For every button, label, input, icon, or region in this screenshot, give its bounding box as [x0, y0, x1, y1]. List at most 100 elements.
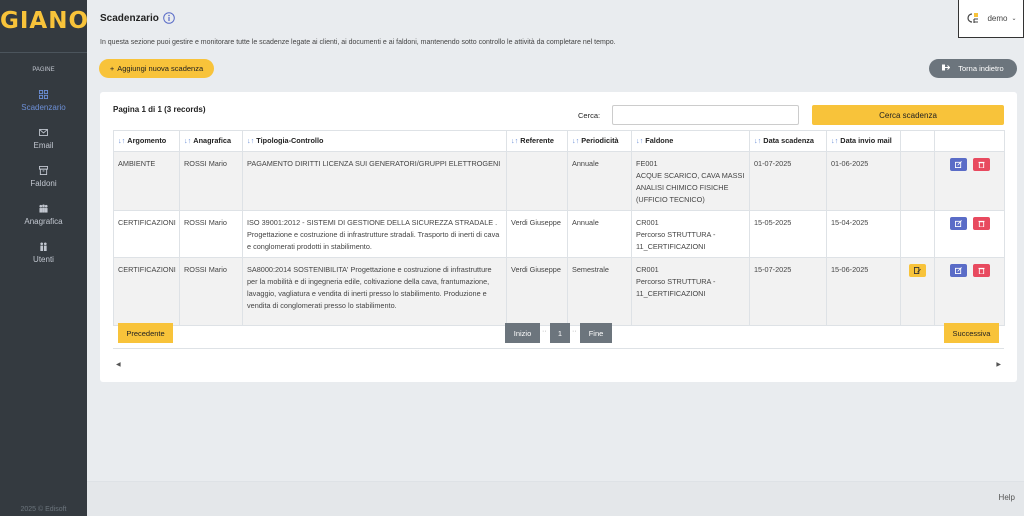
sort-icon: ↓↑: [247, 136, 255, 145]
previous-button[interactable]: Precedente: [118, 323, 173, 343]
cell-actions: [934, 257, 1005, 326]
scroll-right-icon[interactable]: ▶: [996, 361, 1001, 368]
sort-icon: ↓↑: [831, 136, 839, 145]
page-1-button[interactable]: 1: [550, 323, 570, 343]
delete-button[interactable]: [972, 217, 990, 230]
search-label: Cerca:: [578, 111, 601, 120]
records-info: Pagina 1 di 1 (3 records): [113, 105, 206, 114]
horizontal-scrollbar[interactable]: ◀ ▶: [113, 360, 1004, 370]
cell-referente: Verdi Giuseppe: [506, 210, 568, 258]
cell-tipologia: ISO 39001:2012 - SISTEMI DI GESTIONE DEL…: [242, 210, 507, 258]
sort-icon: ↓↑: [572, 136, 580, 145]
cell-actions: [934, 210, 1005, 258]
trash-icon: [977, 161, 985, 168]
cell-data-scadenza: 01-07-2025: [749, 151, 827, 211]
back-button[interactable]: Torna indietro: [929, 59, 1017, 78]
notes-button[interactable]: [909, 264, 926, 277]
cell-anagrafica: ROSSI Mario: [179, 257, 243, 326]
col-faldone[interactable]: ↓↑ Faldone: [631, 130, 750, 152]
cell-tipologia: SA8000:2014 SOSTENIBILITA' Progettazione…: [242, 257, 507, 326]
cell-periodicita: Semestrale: [567, 257, 632, 326]
sign-out-icon: [942, 64, 951, 73]
sort-icon: ↓↑: [636, 136, 644, 145]
notes-icon: [914, 267, 921, 274]
trash-icon: [977, 267, 985, 274]
sidebar-item-scadenzario[interactable]: Scadenzario: [0, 81, 87, 119]
search-input[interactable]: [612, 105, 799, 125]
sidebar-item-label: Utenti: [33, 254, 54, 264]
envelope-icon: [39, 127, 48, 139]
cell-faldone: CR001 Percorso STRUTTURA - 11_CERTIFICAZ…: [631, 210, 750, 258]
sidebar-item-label: Scadenzario: [21, 102, 66, 112]
table-row: CERTIFICAZIONI ROSSI Mario ISO 39001:201…: [113, 210, 1005, 258]
next-button[interactable]: Successiva: [944, 323, 999, 343]
page-footer: Help: [87, 481, 1024, 516]
col-anagrafica[interactable]: ↓↑ Anagrafica: [179, 130, 243, 152]
cell-tipologia: PAGAMENTO DIRITTI LICENZA SUI GENERATORI…: [242, 151, 507, 211]
sidebar-item-anagrafica[interactable]: Anagrafica: [0, 195, 87, 233]
help-link[interactable]: Help: [999, 493, 1015, 502]
sidebar-item-label: Email: [33, 140, 54, 150]
cell-data-scadenza: 15-05-2025: [749, 210, 827, 258]
sort-icon: ↓↑: [184, 136, 192, 145]
app-logo[interactable]: GIANO: [0, 0, 88, 52]
cell-note: [900, 257, 935, 326]
logo-divider: [0, 52, 87, 53]
deadlines-table: ↓↑ Argomento ↓↑ Anagrafica ↓↑ Tipologia-Con…: [113, 130, 1005, 326]
table-header-row: ↓↑ Argomento ↓↑ Anagrafica ↓↑ Tipologia-Con…: [113, 130, 1005, 152]
col-periodicita[interactable]: ↓↑ Periodicità: [567, 130, 632, 152]
col-argomento[interactable]: ↓↑ Argomento: [113, 130, 180, 152]
copyright: 2025 © Edisoft: [20, 506, 67, 513]
pagination: Precedente Inizio ·· 1 ·· Fine Successiv…: [113, 318, 1004, 349]
sort-icon: ↓↑: [511, 136, 519, 145]
sidebar-heading: PAGINE: [32, 67, 55, 73]
cell-note: [900, 210, 935, 258]
cell-note: [900, 151, 935, 211]
edit-button[interactable]: [949, 158, 967, 171]
edit-button[interactable]: [949, 217, 967, 230]
col-referente[interactable]: ↓↑ Referente: [506, 130, 568, 152]
col-data-scadenza[interactable]: ↓↑ Data scadenza: [749, 130, 827, 152]
add-deadline-label: Aggiungi nuova scadenza: [117, 64, 204, 73]
edit-icon: [954, 267, 962, 274]
page-description: In questa sezione puoi gestire e monitor…: [100, 39, 616, 46]
plus-icon: +: [109, 64, 115, 73]
users-icon: [38, 203, 49, 215]
user-menu[interactable]: demo ⌄: [958, 0, 1024, 38]
chevron-down-icon: ⌄: [1011, 16, 1017, 22]
cell-data-scadenza: 15-07-2025: [749, 257, 827, 326]
pager-separator: ··: [572, 328, 577, 335]
edit-icon: [954, 161, 962, 168]
cell-anagrafica: ROSSI Mario: [179, 151, 243, 211]
back-label: Torna indietro: [958, 64, 1004, 73]
cell-periodicita: Annuale: [567, 151, 632, 211]
scroll-left-icon[interactable]: ◀: [116, 361, 121, 368]
sidebar-item-faldoni[interactable]: Faldoni: [0, 157, 87, 195]
user-avatar-icon: [965, 11, 983, 27]
first-page-button[interactable]: Inizio: [505, 323, 540, 343]
sidebar-item-utenti[interactable]: Utenti: [0, 233, 87, 271]
last-page-button[interactable]: Fine: [580, 323, 612, 343]
col-actions: [934, 130, 1005, 152]
cell-argomento: CERTIFICAZIONI: [113, 210, 180, 258]
cell-argomento: CERTIFICAZIONI: [113, 257, 180, 326]
cell-data-invio: 01-06-2025: [826, 151, 901, 211]
sort-icon: ↓↑: [754, 136, 762, 145]
sidebar-item-label: Faldoni: [30, 178, 57, 188]
delete-button[interactable]: [972, 158, 990, 171]
page-title: Scadenzario: [100, 12, 175, 24]
col-data-invio[interactable]: ↓↑ Data invio mail: [826, 130, 901, 152]
search-button[interactable]: Cerca scadenza: [812, 105, 1004, 125]
cell-faldone: FE001 ACQUE SCARICO, CAVA MASSI ANALISI …: [631, 151, 750, 211]
col-tipologia[interactable]: ↓↑ Tipologia-Controllo: [242, 130, 507, 152]
user-name: demo: [987, 14, 1008, 23]
edit-button[interactable]: [949, 264, 967, 277]
sidebar-item-email[interactable]: Email: [0, 119, 87, 157]
cell-periodicita: Annuale: [567, 210, 632, 258]
cell-anagrafica: ROSSI Mario: [179, 210, 243, 258]
delete-button[interactable]: [972, 264, 990, 277]
sidebar-item-label: Anagrafica: [24, 216, 63, 226]
add-deadline-button[interactable]: + Aggiungi nuova scadenza: [99, 59, 214, 78]
info-icon[interactable]: [163, 12, 175, 24]
table-row: AMBIENTE ROSSI Mario PAGAMENTO DIRITTI L…: [113, 151, 1005, 211]
